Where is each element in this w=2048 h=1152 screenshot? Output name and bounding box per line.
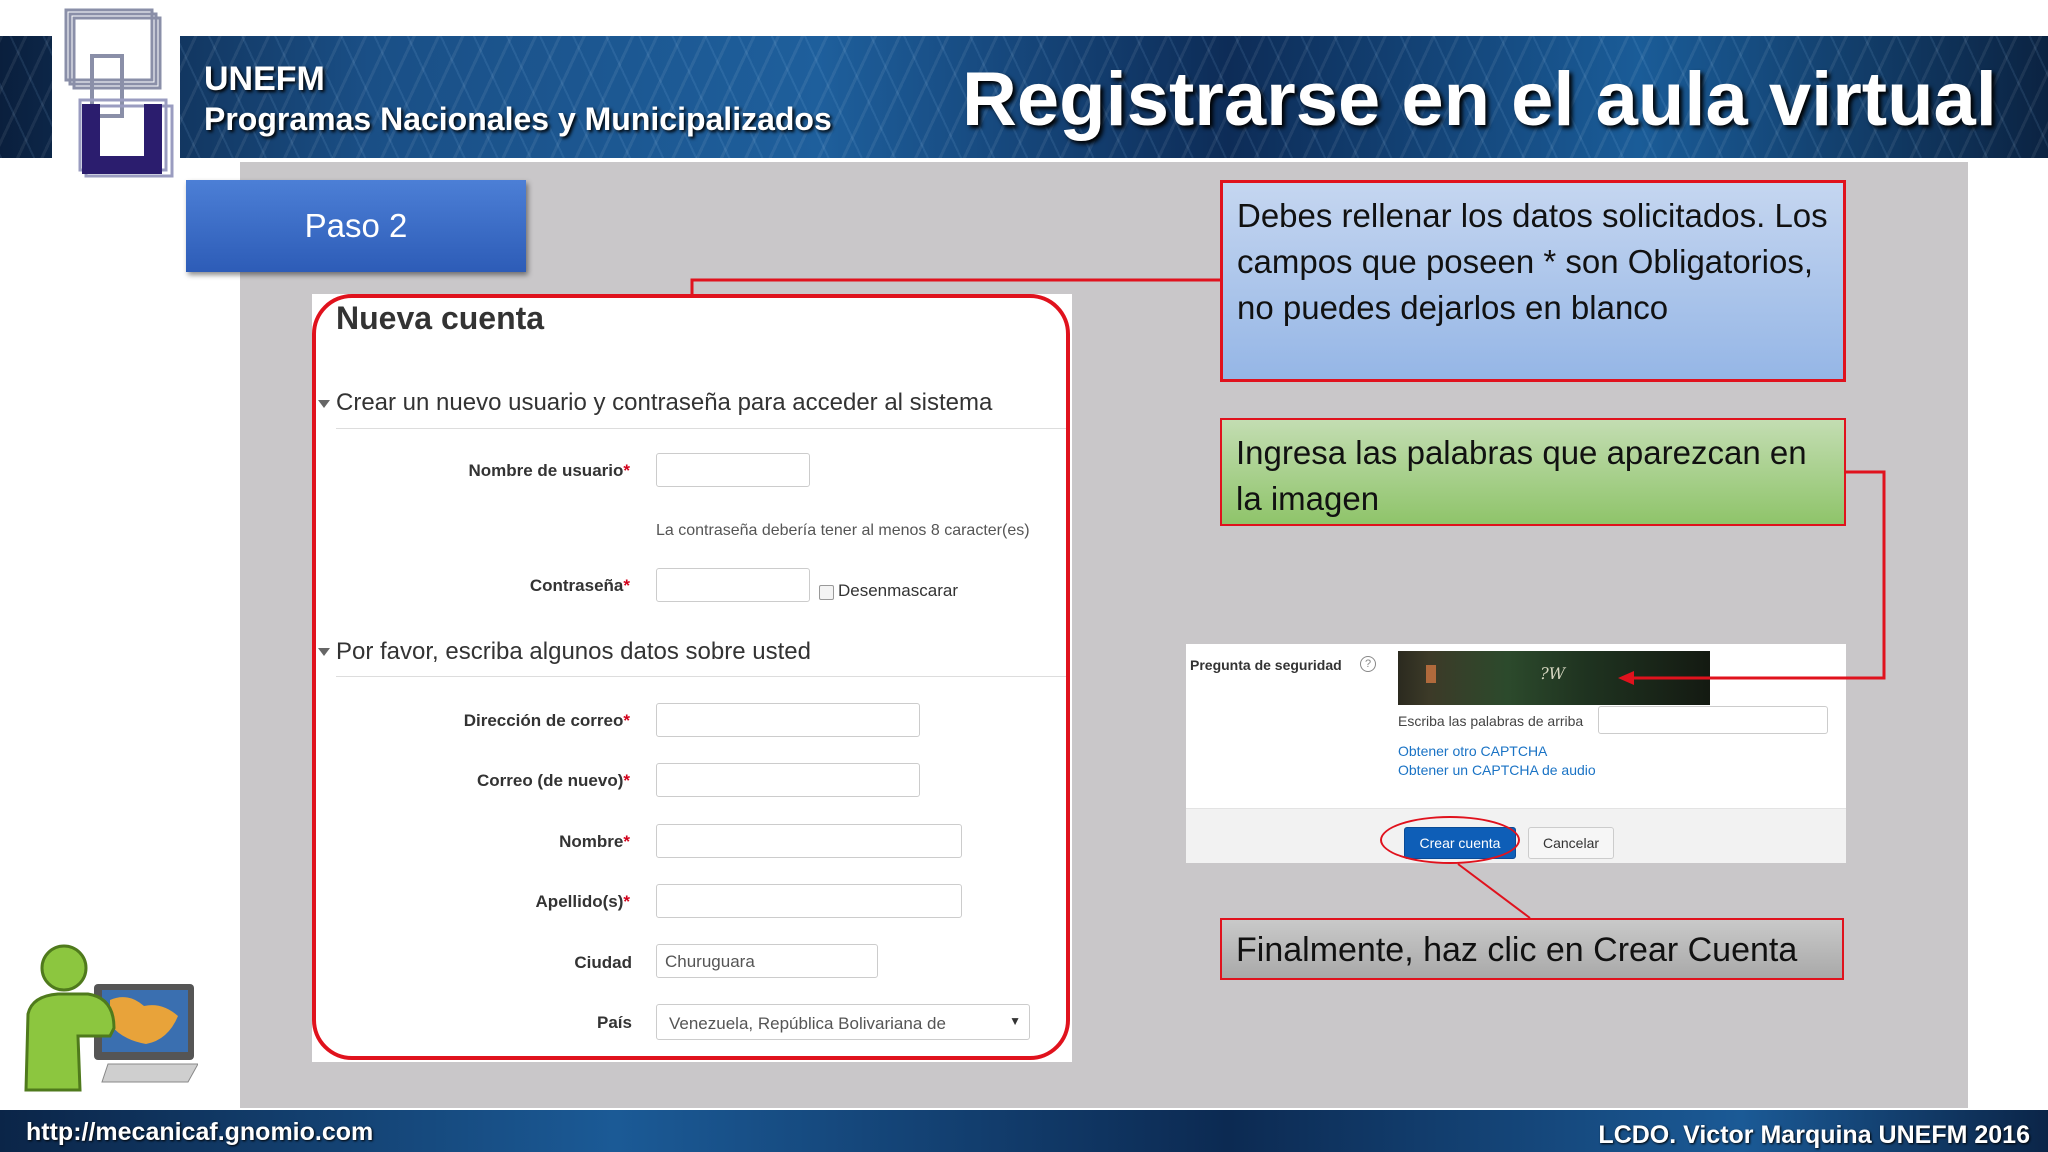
help-icon[interactable]: ? bbox=[1360, 656, 1376, 672]
captcha-input[interactable] bbox=[1598, 706, 1828, 734]
captcha-audio-link[interactable]: Obtener un CAPTCHA de audio bbox=[1398, 762, 1596, 778]
captcha-refresh-link[interactable]: Obtener otro CAPTCHA bbox=[1398, 743, 1547, 759]
footer-url[interactable]: http://mecanicaf.gnomio.com bbox=[26, 1118, 373, 1147]
callout-create-account: Finalmente, haz clic en Crear Cuenta bbox=[1220, 918, 1844, 980]
user-computer-icon bbox=[24, 944, 198, 1092]
unefm-logo bbox=[52, 0, 180, 182]
callout-captcha: Ingresa las palabras que aparezcan en la… bbox=[1220, 418, 1846, 526]
slide-title: Registrarse en el aula virtual bbox=[962, 57, 1997, 142]
form-highlight-outline bbox=[312, 294, 1070, 1060]
unefm-logo-icon bbox=[64, 8, 174, 178]
callout-required-fields: Debes rellenar los datos solicitados. Lo… bbox=[1220, 180, 1846, 382]
button-highlight-circle bbox=[1380, 816, 1520, 864]
org-subtitle: Programas Nacionales y Municipalizados bbox=[204, 101, 832, 137]
org-name: UNEFM bbox=[204, 60, 325, 98]
footer-author: LCDO. Victor Marquina UNEFM 2016 bbox=[1598, 1121, 2030, 1149]
captcha-word: ?W bbox=[1537, 664, 1568, 683]
captcha-hint: Escriba las palabras de arriba bbox=[1398, 713, 1584, 729]
cancel-button[interactable]: Cancelar bbox=[1528, 827, 1614, 859]
security-question-label: Pregunta de seguridad bbox=[1190, 657, 1342, 673]
step-label: Paso 2 bbox=[186, 180, 526, 272]
